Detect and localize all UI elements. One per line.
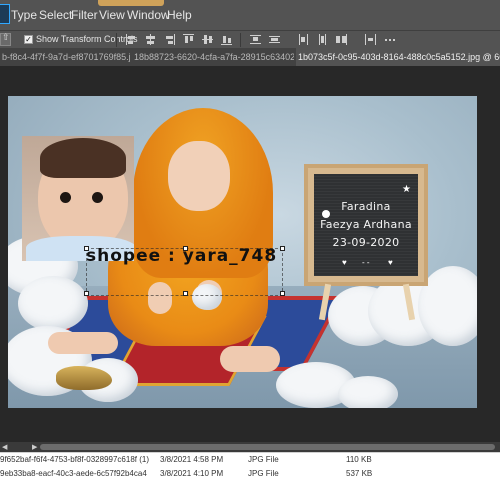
menu-bar: Type Select Filter View Window Help	[0, 0, 500, 30]
inset-baby-photo	[22, 136, 134, 261]
file-explorer-list: 9f652baf-f6f4-4753-bf8f-0328997c618f (1)…	[0, 452, 500, 500]
file-date: 3/8/2021 4:10 PM	[160, 469, 224, 478]
menu-filter[interactable]: Filter	[71, 8, 98, 22]
document-tab[interactable]: 18b88723-6620-4cfa-a7fa-28915c634021.jpg…	[132, 48, 294, 66]
star-icon: ★	[402, 184, 411, 195]
heart-icon: ♥	[342, 258, 347, 267]
heart-icon: ♥	[388, 258, 393, 267]
align-middle-icon[interactable]	[202, 34, 213, 45]
watermark-text-layer[interactable]: shopee : yara_748	[86, 246, 277, 266]
tab-label: 18b88723-6620-4cfa-a7fa-28915c634021.jpg	[134, 52, 294, 62]
scrollbar-thumb[interactable]	[40, 444, 495, 450]
more-options-icon[interactable]	[384, 34, 395, 45]
baby-leg-image	[220, 346, 280, 372]
menu-help[interactable]: Help	[167, 8, 192, 22]
tab-label: b-f8c4-4f7f-9a7d-ef8701769f85.jpg	[2, 52, 130, 62]
cloud-image	[18, 276, 88, 331]
distribute-spacing-icon[interactable]	[365, 34, 376, 45]
baby-face-image	[168, 141, 230, 211]
show-transform-controls-checkbox[interactable]: ✓	[24, 35, 33, 44]
show-transform-controls-label: Show Transform Controls	[36, 34, 138, 44]
scroll-right-icon[interactable]: ▶	[32, 443, 37, 451]
file-name: 9eb33ba8-eacf-40c3-aede-6c57f92b4ca4	[0, 469, 147, 478]
transform-handle[interactable]	[84, 291, 89, 296]
move-tool-icon[interactable]	[0, 32, 11, 46]
align-left-icon[interactable]	[126, 34, 137, 45]
letterboard-line-3: 23-09-2020	[332, 236, 400, 249]
photoshop-logo-icon[interactable]	[0, 4, 10, 24]
distribute-top-icon[interactable]	[250, 34, 261, 45]
cloud-image	[338, 376, 398, 408]
align-center-icon[interactable]	[145, 34, 156, 45]
transform-handle[interactable]	[280, 246, 285, 251]
document-tab-active[interactable]: 1b073c5f-0c95-403d-8164-488c0c5a5152.jpg…	[296, 48, 500, 66]
options-bar: ✓ Show Transform Controls	[0, 30, 500, 48]
file-name: 9f652baf-f6f4-4753-bf8f-0328997c618f (1)	[0, 455, 149, 464]
align-top-icon[interactable]	[183, 34, 194, 45]
distribute-left-icon[interactable]	[298, 34, 309, 45]
list-item[interactable]: 9f652baf-f6f4-4753-bf8f-0328997c618f (1)…	[0, 453, 500, 467]
options-separator	[240, 33, 241, 47]
transform-handle[interactable]	[280, 291, 285, 296]
scroll-left-icon[interactable]: ◀	[2, 443, 7, 451]
distribute-middle-icon[interactable]	[269, 34, 280, 45]
baby-leg-image	[48, 332, 118, 354]
file-date: 3/8/2021 4:58 PM	[160, 455, 224, 464]
document-canvas[interactable]: ★ Faradina Faezya Ardhana 23-09-2020 ♥ -…	[8, 96, 477, 408]
transform-handle[interactable]	[183, 291, 188, 296]
align-right-icon[interactable]	[164, 34, 175, 45]
letterboard-line-2: Faezya Ardhana	[320, 218, 412, 231]
menu-type[interactable]: Type	[11, 8, 37, 22]
document-tab-bar: b-f8c4-4f7f-9a7d-ef8701769f85.jpg× 18b88…	[0, 48, 500, 66]
workspace: ★ Faradina Faezya Ardhana 23-09-2020 ♥ -…	[0, 66, 500, 444]
letterboard: ★ Faradina Faezya Ardhana 23-09-2020 ♥ -…	[304, 164, 428, 286]
list-item[interactable]: 9eb33ba8-eacf-40c3-aede-6c57f92b4ca4 3/8…	[0, 467, 500, 481]
file-type: JPG File	[248, 469, 279, 478]
menu-window[interactable]: Window	[127, 8, 170, 22]
document-tab[interactable]: b-f8c4-4f7f-9a7d-ef8701769f85.jpg×	[0, 48, 130, 66]
letterboard-felt: ★ Faradina Faezya Ardhana 23-09-2020 ♥ -…	[314, 174, 418, 276]
distribute-center-icon[interactable]	[317, 34, 328, 45]
letterboard-line-1: Faradina	[341, 200, 391, 213]
align-bottom-icon[interactable]	[221, 34, 232, 45]
horizontal-scrollbar[interactable]: ◀ ▶	[0, 442, 500, 452]
distribute-right-icon[interactable]	[336, 34, 347, 45]
file-size: 110 KB	[346, 455, 372, 464]
menu-select[interactable]: Select	[39, 8, 72, 22]
options-separator	[116, 33, 117, 47]
dash-icon: - -	[362, 258, 370, 267]
file-type: JPG File	[248, 455, 279, 464]
file-size: 537 KB	[346, 469, 373, 478]
title-hint	[98, 0, 164, 6]
tab-label: 1b073c5f-0c95-403d-8164-488c0c5a5152.jpg…	[298, 52, 500, 62]
menu-view[interactable]: View	[99, 8, 125, 22]
